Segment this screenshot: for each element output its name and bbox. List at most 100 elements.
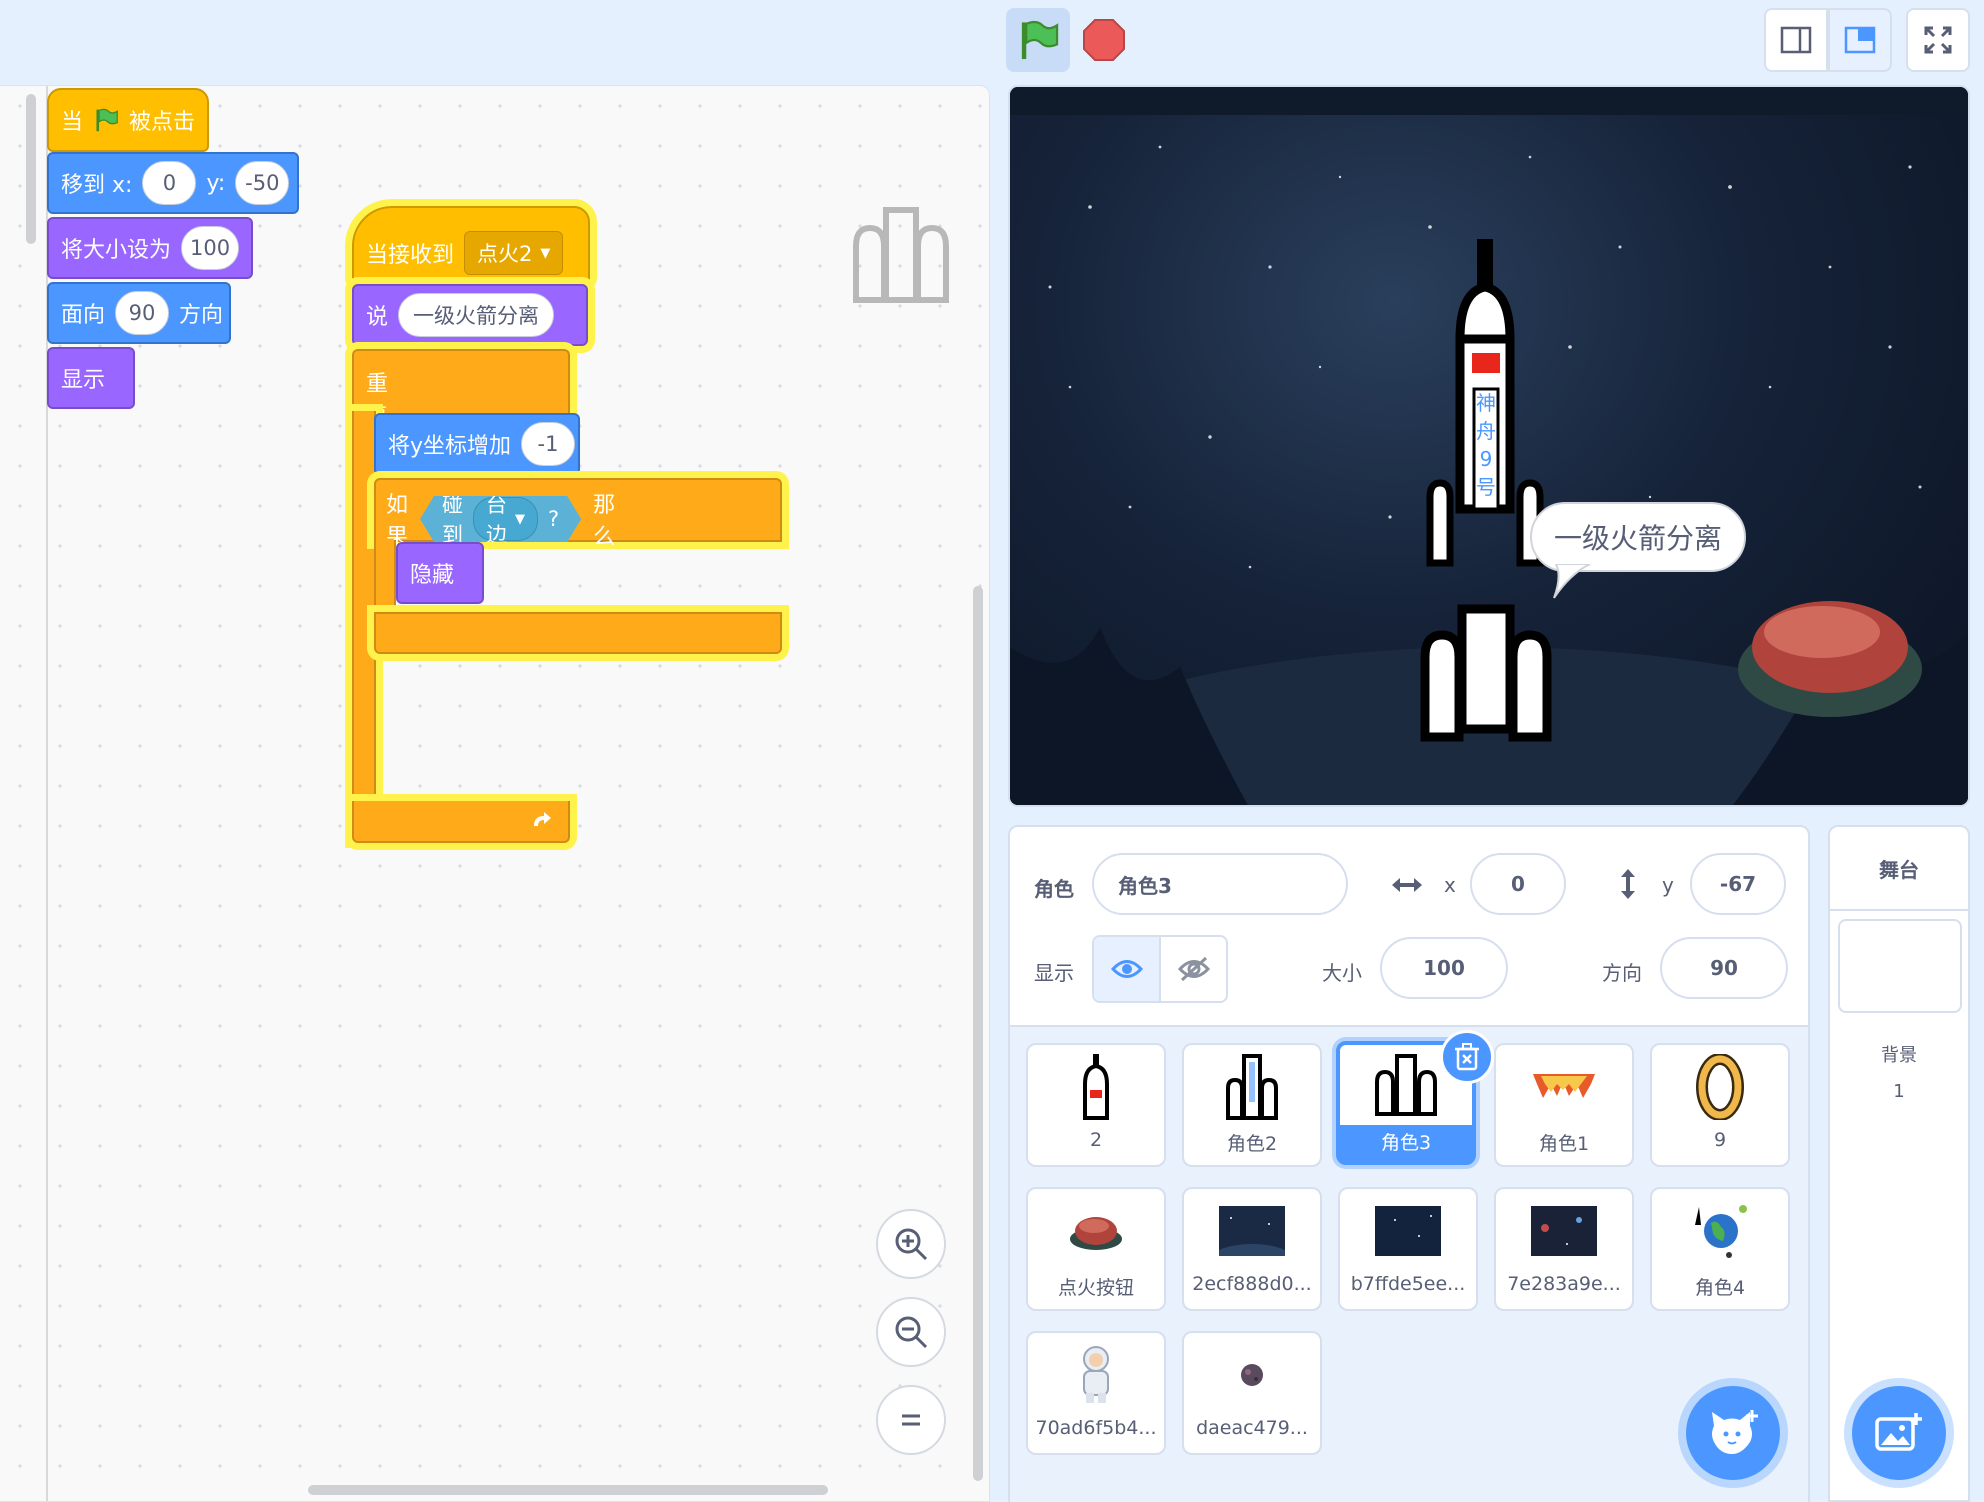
rocket-char: 神 [1476, 391, 1496, 415]
message-dropdown[interactable]: 点火2 ▼ [464, 231, 564, 275]
palette-scrollbar[interactable] [26, 94, 36, 244]
rocket-boosters-icon [1373, 1045, 1439, 1125]
zoom-out-button[interactable] [876, 1297, 946, 1367]
set-size-input[interactable]: 100 [181, 226, 239, 270]
small-stage-icon [1780, 26, 1812, 54]
y-label: y [1662, 873, 1674, 897]
y-input[interactable]: -67 [1690, 853, 1786, 915]
horizontal-arrows-icon [1392, 878, 1422, 892]
sprite-tile[interactable]: daeac479... [1182, 1331, 1322, 1455]
normal-stage-button[interactable] [1828, 8, 1892, 72]
hide-block[interactable]: 隐藏 [396, 542, 484, 604]
trash-icon [1455, 1043, 1479, 1071]
space-backdrop-icon [1375, 1189, 1441, 1273]
size-value: 100 [1423, 956, 1465, 980]
zoom-out-icon [895, 1316, 928, 1349]
loop-arrow-icon [534, 812, 551, 826]
dropdown-arrow-icon: ▼ [515, 511, 526, 527]
set-size-block[interactable]: 将大小设为 100 [47, 217, 253, 279]
sprite-name-value: 角色3 [1118, 873, 1172, 898]
backdrop-count: 1 [1893, 1081, 1905, 1102]
rocket-char: 舟 [1476, 419, 1496, 443]
direction-value: 90 [1710, 956, 1738, 980]
sprite-tile[interactable]: b7ffde5ee... [1338, 1187, 1478, 1311]
stage-canvas[interactable]: 神 舟 9 号 [1008, 85, 1970, 807]
direction-input[interactable]: 90 [1660, 937, 1788, 999]
stop-icon [1083, 19, 1125, 61]
flames-icon [1531, 1045, 1597, 1129]
say-input[interactable]: 一级火箭分离 [398, 293, 555, 337]
zoom-in-button[interactable] [876, 1209, 946, 1279]
touching-dropdown[interactable]: 舞台边缘 ▼ [473, 497, 538, 541]
set-size-label: 将大小设为 [61, 238, 172, 263]
point-direction-block[interactable]: 面向 90 方向 [47, 282, 231, 344]
x-input[interactable]: 0 [1470, 853, 1566, 915]
show-label: 显示 [1034, 961, 1074, 985]
image-plus-icon [1875, 1413, 1922, 1451]
change-y-label: 将y坐标增加 [388, 434, 512, 459]
goto-y-input[interactable]: -50 [235, 161, 290, 205]
sprite-tile[interactable]: 7e283a9e... [1494, 1187, 1634, 1311]
astronaut-icon [1076, 1333, 1116, 1417]
eye-icon [1110, 960, 1143, 978]
sprite-tile[interactable]: 角色4 [1650, 1187, 1790, 1311]
speech-bubble-tail [1553, 564, 1591, 599]
add-backdrop-button[interactable] [1852, 1386, 1946, 1480]
sprite-name: 角色2 [1226, 1133, 1278, 1155]
when-flag-clicked-block[interactable]: 当 被点击 [47, 88, 209, 152]
code-horizontal-scrollbar[interactable] [308, 1485, 828, 1495]
point-direction-input[interactable]: 90 [115, 291, 170, 335]
show-block[interactable]: 显示 [47, 347, 135, 409]
cat-plus-icon [1712, 1410, 1758, 1454]
change-y-input[interactable]: -1 [521, 422, 576, 466]
show-label: 显示 [61, 368, 106, 393]
goto-xy-block[interactable]: 移到 x: 0 y: -50 [47, 152, 299, 214]
green-flag-icon [1021, 20, 1059, 60]
size-input[interactable]: 100 [1380, 937, 1508, 999]
sprite-name: b7ffde5ee... [1350, 1273, 1466, 1295]
speech-bubble: 一级火箭分离 [1530, 502, 1747, 572]
point-label: 面向 [61, 303, 106, 328]
change-y-block[interactable]: 将y坐标增加 -1 [374, 413, 580, 475]
rocket-label: 神 舟 9 号 [1474, 389, 1498, 501]
green-flag-button[interactable] [1006, 8, 1070, 72]
size-label: 大小 [1322, 961, 1362, 985]
red-button-icon [1068, 1189, 1124, 1273]
then-label: 那么 [593, 493, 616, 550]
sprite-tile[interactable]: 点火按钮 [1026, 1187, 1166, 1311]
backdrop-label: 背景 [1881, 1045, 1917, 1066]
goto-x-input[interactable]: 0 [142, 161, 197, 205]
fullscreen-button[interactable] [1906, 8, 1970, 72]
code-vertical-scrollbar[interactable] [973, 586, 983, 1481]
say-block[interactable]: 说 一级火箭分离 [352, 284, 588, 346]
when-receive-block[interactable]: 当接收到 点火2 ▼ [352, 206, 590, 284]
y-value: -67 [1719, 872, 1757, 896]
sprite-name: 角色1 [1538, 1133, 1590, 1155]
if-block-bottom[interactable] [374, 612, 782, 654]
sprite-tile[interactable]: 角色1 [1494, 1043, 1634, 1167]
code-area[interactable]: 当 被点击 移到 x: 0 y: -50 将大小设为 100 面向 90 方向 … [0, 85, 990, 1502]
sprite-name: 角色3 [1340, 1125, 1472, 1161]
space-backdrop-icon [1219, 1189, 1285, 1273]
small-stage-button[interactable] [1764, 8, 1828, 72]
sprite-tile[interactable]: 2 [1026, 1043, 1166, 1167]
touching-block[interactable]: 碰到 舞台边缘 ▼ ? [420, 496, 581, 542]
stop-button[interactable] [1078, 14, 1130, 66]
sprite-tile[interactable]: 2ecf888d0... [1182, 1187, 1322, 1311]
show-sprite-button[interactable] [1094, 937, 1161, 1001]
backdrop-thumbnail[interactable] [1838, 919, 1962, 1013]
sprite-tile[interactable]: 70ad6f5b4... [1026, 1331, 1166, 1455]
digit-zero-icon [1696, 1045, 1744, 1129]
sprite-tile[interactable]: 角色2 [1182, 1043, 1322, 1167]
touching-label: 碰到 [442, 493, 464, 547]
earth-orbit-icon [1687, 1189, 1753, 1273]
zoom-reset-button[interactable] [876, 1385, 946, 1455]
say-label: 说 [366, 305, 389, 330]
delete-sprite-button[interactable] [1440, 1030, 1494, 1084]
direction-label: 方向 [1602, 961, 1642, 985]
touching-target: 舞台边缘 [486, 463, 508, 577]
sprite-name-input[interactable]: 角色3 [1092, 853, 1348, 915]
add-sprite-button[interactable] [1686, 1386, 1780, 1480]
sprite-tile[interactable]: 9 [1650, 1043, 1790, 1167]
hide-sprite-button[interactable] [1161, 937, 1226, 1001]
